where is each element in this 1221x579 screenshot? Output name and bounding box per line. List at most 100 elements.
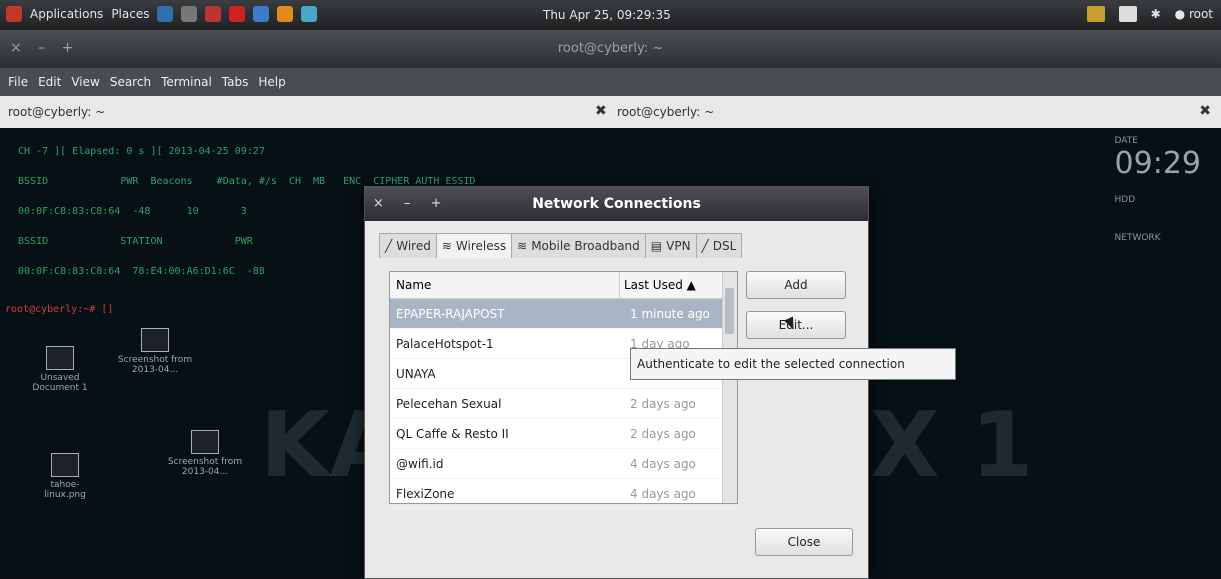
connection-type-tabs: ╱ Wired ≋ Wireless ≋ Mobile Broadband ▤ VPN … (379, 233, 743, 258)
connection-last-used: 4 days ago (630, 486, 696, 501)
desktop-icon[interactable]: tahoe-linux.png (30, 453, 100, 500)
connection-name: FlexiZone (396, 486, 455, 501)
launcher-icon[interactable] (205, 6, 222, 22)
connection-last-used: 4 days ago (630, 456, 696, 471)
list-item[interactable]: QL Caffe & Resto II 2 days ago (390, 419, 737, 449)
conky-date-label: DATE (1114, 136, 1138, 146)
terminal-prompt: root@cyberly:~# [] (5, 304, 114, 315)
menu-edit[interactable]: Edit (38, 75, 61, 89)
list-scrollbar[interactable] (722, 272, 737, 503)
terminal-tabbar: root@cyberly: ~ ✖ root@cyberly: ~ ✖ (0, 96, 1221, 129)
file-icon (141, 328, 169, 352)
desktop-icon-label: tahoe-linux.png (44, 480, 86, 500)
list-item[interactable]: Pelecehan Sexual 2 days ago (390, 389, 737, 419)
tab-label: Wireless (455, 239, 507, 253)
notification-icon[interactable] (1086, 6, 1105, 22)
user-name: root (1188, 7, 1213, 21)
volume-icon[interactable] (1118, 6, 1137, 22)
connection-name: @wifi.id (396, 456, 444, 471)
list-header: Name Last Used ▲ (390, 272, 737, 299)
launcher-icon[interactable] (229, 6, 246, 22)
top-panel: Applications Places Thu Apr 25, 09:29:35… (0, 0, 1221, 30)
connection-name: EPAPER-RAJAPOST (396, 306, 505, 321)
scrollbar-thumb[interactable] (725, 288, 734, 334)
launcher-icon[interactable] (301, 6, 318, 22)
bluetooth-icon[interactable]: ✱ (1151, 7, 1161, 21)
connection-last-used: 2 days ago (630, 396, 696, 411)
image-icon (51, 453, 79, 477)
launcher-icon[interactable] (157, 6, 174, 22)
list-item[interactable]: FlexiZone 4 days ago (390, 479, 737, 509)
menu-help[interactable]: Help (258, 75, 285, 89)
close-button[interactable]: Close (755, 528, 853, 556)
tab-label: VPN (666, 239, 691, 253)
dialog-title: Network Connections (532, 196, 701, 212)
window-titlebar: × – + root@cyberly: ~ (0, 30, 1221, 68)
connection-list[interactable]: Name Last Used ▲ EPAPER-RAJAPOST 1 minute… (389, 271, 738, 509)
panel-clock[interactable]: Thu Apr 25, 09:29:35 (543, 8, 671, 22)
edit-tooltip: Authenticate to edit the selected connec… (630, 348, 956, 380)
desktop-icon[interactable]: Screenshot from 2013-04... (160, 430, 250, 477)
wired-icon: ╱ (385, 239, 393, 253)
tab-label: DSL (712, 239, 737, 253)
launcher-icon[interactable] (277, 6, 294, 22)
desktop-icon-label: Unsaved Document 1 (32, 373, 88, 393)
terminal-line: 00:0F:C8:83:C8:64 78:E4:00:A6:D1:6C -88 (18, 266, 265, 277)
list-item[interactable]: @wifi.id 4 days ago (390, 449, 737, 479)
terminal-tab-2[interactable]: root@cyberly: ~ (617, 105, 714, 119)
conky-network-label: NETWORK (1114, 233, 1161, 243)
desktop-icon-label: Screenshot from 2013-04... (167, 457, 243, 477)
menu-view[interactable]: View (71, 75, 99, 89)
connection-name: QL Caffe & Resto II (396, 426, 509, 441)
wifi-icon: ≋ (441, 239, 452, 253)
tab-label: Mobile Broadband (531, 239, 640, 253)
connection-name: UNAYA (396, 366, 436, 381)
file-icon (46, 346, 74, 370)
connection-last-used: 1 minute ago (630, 306, 710, 321)
menu-search[interactable]: Search (110, 75, 151, 89)
tab-wireless[interactable]: ≋ Wireless (435, 233, 513, 258)
window-title: root@cyberly: ~ (557, 41, 664, 56)
menu-file[interactable]: File (8, 75, 28, 89)
file-icon (191, 430, 219, 454)
kali-menu-icon[interactable] (6, 6, 22, 22)
conky-time: 09:29 (1114, 146, 1201, 181)
terminal-line: BSSID STATION PWR (18, 236, 253, 247)
column-header-last-used[interactable]: Last Used ▲ (620, 272, 720, 298)
connection-name: PalaceHotspot-1 (396, 336, 494, 351)
close-icon[interactable]: ✖ (1199, 103, 1211, 119)
signal-icon: ≋ (517, 239, 528, 253)
list-item[interactable]: EPAPER-RAJAPOST 1 minute ago (390, 299, 737, 329)
terminal-line: 00:0F:C8:83:C8:64 -48 10 3 (18, 206, 247, 217)
tab-mobile-broadband[interactable]: ≋ Mobile Broadband (511, 233, 646, 258)
desktop-icon[interactable]: Unsaved Document 1 (20, 346, 100, 393)
lock-icon: ▤ (650, 239, 663, 253)
close-tab-icon[interactable]: ✖ (595, 103, 607, 119)
conky-widget: DATE 09:29 HDD NETWORK (1115, 136, 1201, 243)
launcher-icon[interactable] (181, 6, 198, 22)
tab-dsl[interactable]: ╱ DSL (695, 233, 743, 258)
user-menu[interactable]: ● root (1175, 7, 1213, 21)
menu-tabs[interactable]: Tabs (222, 75, 249, 89)
add-button[interactable]: Add (746, 271, 846, 299)
panel-launchers: Applications Places (6, 6, 318, 22)
terminal-tab-1[interactable]: root@cyberly: ~ (8, 105, 105, 119)
dsl-icon: ╱ (701, 239, 709, 253)
tab-label: Wired (396, 239, 431, 253)
desktop-icon-label: Screenshot from 2013-04... (117, 355, 193, 375)
dialog-titlebar: × – + Network Connections (365, 187, 868, 221)
wallpaper-logo: X 1 (870, 393, 1034, 498)
tab-vpn[interactable]: ▤ VPN (644, 233, 697, 258)
tab-wired[interactable]: ╱ Wired (379, 233, 437, 258)
panel-tray: ✱ ● root (1086, 6, 1213, 22)
applications-menu[interactable]: Applications (30, 7, 103, 21)
menu-terminal[interactable]: Terminal (161, 75, 212, 89)
connection-name: Pelecehan Sexual (396, 396, 502, 411)
network-connections-dialog: × – + Network Connections ╱ Wired ≋ Wirele… (364, 186, 869, 579)
connection-last-used: 2 days ago (630, 426, 696, 441)
desktop-icon[interactable]: Screenshot from 2013-04... (110, 328, 200, 375)
launcher-icon[interactable] (253, 6, 270, 22)
places-menu[interactable]: Places (111, 7, 149, 21)
terminal-menubar: File Edit View Search Terminal Tabs Help (0, 68, 1221, 96)
column-header-name[interactable]: Name (390, 272, 620, 298)
